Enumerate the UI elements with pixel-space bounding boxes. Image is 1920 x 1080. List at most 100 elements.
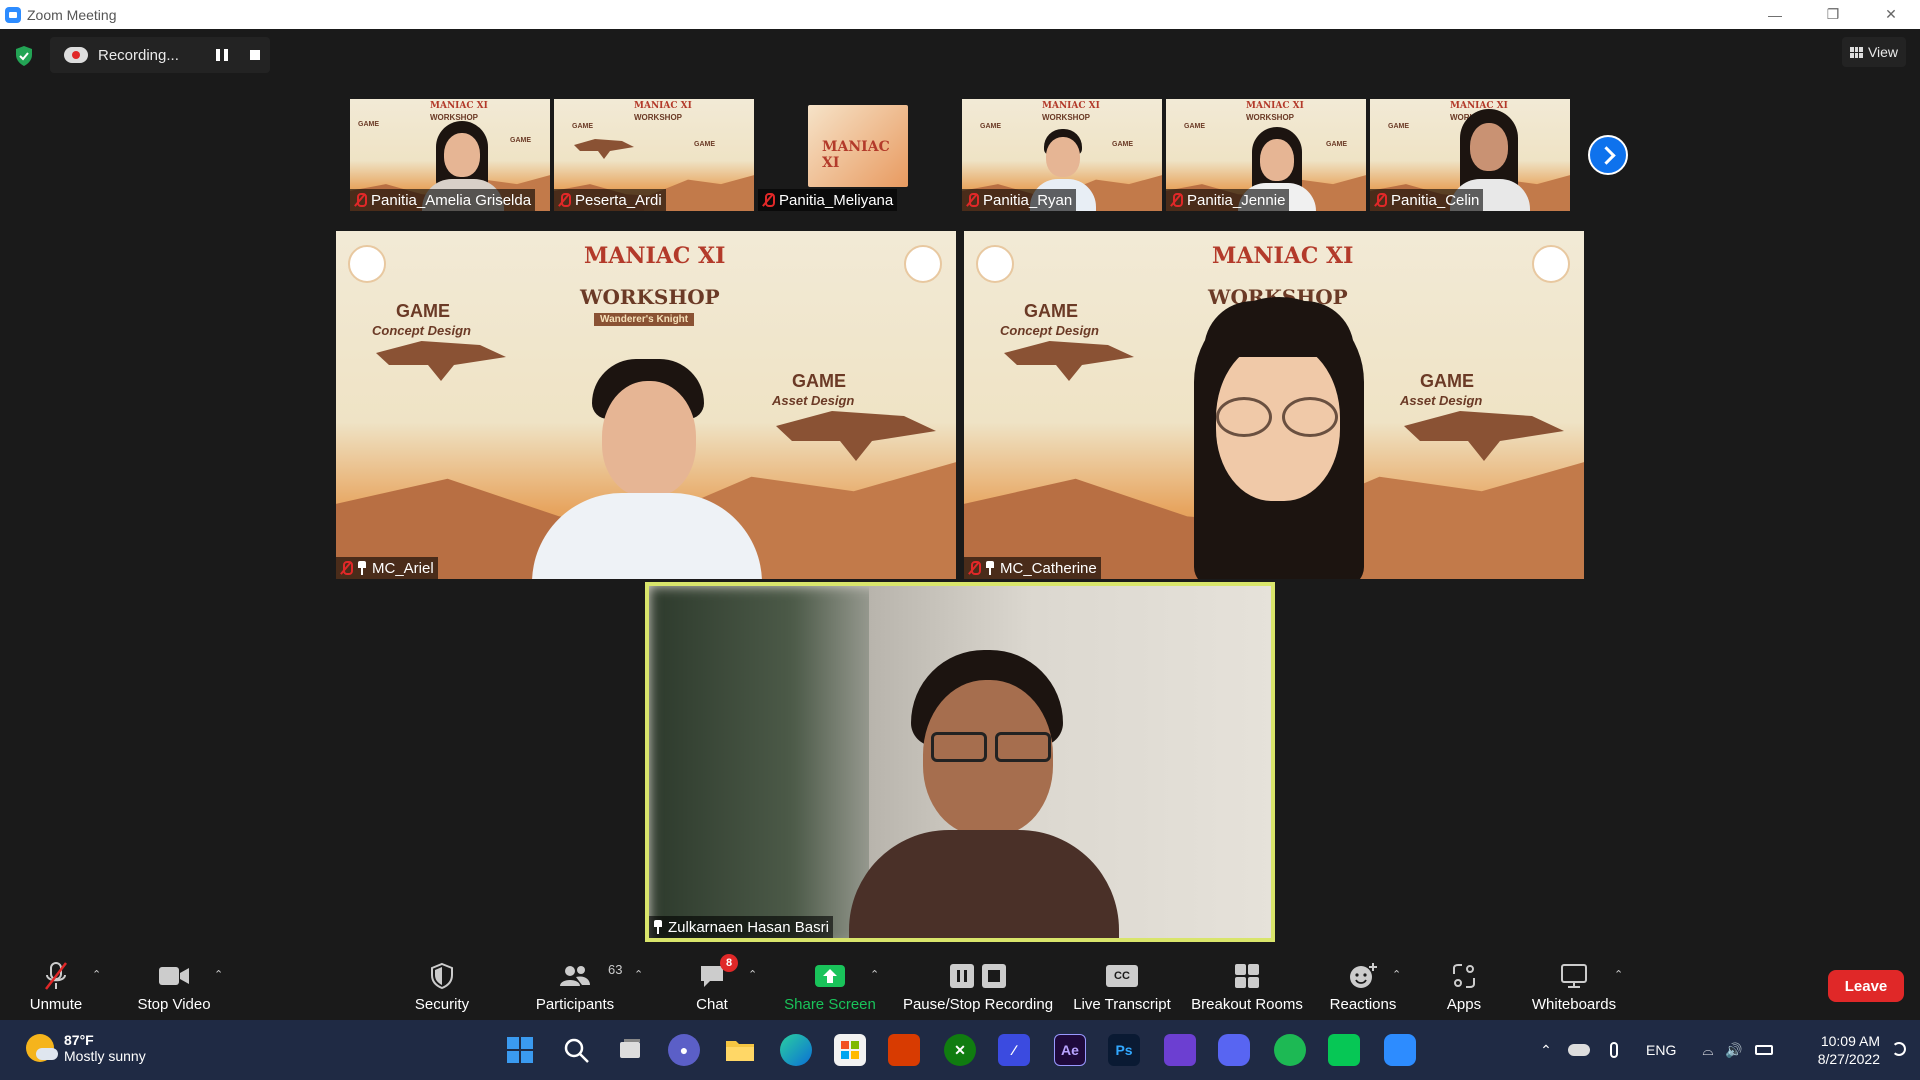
video-camera-icon (158, 960, 190, 992)
slide-subtitle: Wanderer's Knight (594, 313, 695, 326)
participant-name: MC_Catherine (1000, 559, 1097, 577)
whiteboards-button[interactable]: Whiteboards (1530, 960, 1618, 1013)
participant-thumbnail[interactable]: MANIAC XI Panitia_Meliyana (758, 99, 958, 211)
task-view-icon[interactable] (614, 1034, 646, 1066)
muted-mic-icon (1170, 193, 1183, 207)
chat-caret-icon[interactable]: ⌃ (748, 968, 758, 981)
share-screen-button[interactable]: Share Screen (782, 960, 878, 1013)
slide-event-title: MANIAC XI (1212, 243, 1354, 269)
wifi-icon[interactable]: ⌓ (1702, 1042, 1713, 1059)
security-shield-icon[interactable] (14, 45, 34, 67)
participant-name-tag: Panitia_Amelia Griselda (350, 189, 536, 211)
teams-chat-icon[interactable]: ● (668, 1034, 700, 1066)
video-tile[interactable]: MANIAC XI WORKSHOP Wanderer's Knight GAM… (336, 231, 956, 579)
participants-caret-icon[interactable]: ⌃ (634, 968, 644, 981)
view-button[interactable]: View (1842, 37, 1906, 67)
participant-thumbnail[interactable]: MANIAC XI WORKSHOP GAME GAME Panitia_Ame… (350, 99, 550, 211)
line-icon[interactable] (1328, 1034, 1360, 1066)
muted-mic-icon (1374, 193, 1387, 207)
volume-icon[interactable]: 🔊 (1725, 1042, 1742, 1059)
window-title-bar: Zoom Meeting — ❐ ✕ (0, 0, 1920, 29)
spotify-icon[interactable] (1274, 1034, 1306, 1066)
share-options-caret-icon[interactable]: ⌃ (870, 968, 880, 981)
blurred-background (649, 586, 889, 938)
participant-name: Zulkarnaen Hasan Basri (668, 918, 829, 936)
restore-button[interactable]: ❐ (1804, 0, 1862, 29)
office-icon[interactable] (888, 1034, 920, 1066)
zoom-app-icon (5, 6, 21, 23)
pause-stop-recording-button[interactable]: Pause/Stop Recording (900, 960, 1056, 1013)
breakout-rooms-button[interactable]: Breakout Rooms (1190, 960, 1304, 1013)
leave-button[interactable]: Leave (1828, 970, 1904, 1002)
whiteboards-caret-icon[interactable]: ⌃ (1614, 968, 1624, 981)
slide-event-title: MANIAC XI (584, 243, 726, 269)
pause-stop-recording-label: Pause/Stop Recording (902, 996, 1054, 1013)
photoshop-icon[interactable]: Ps (1108, 1034, 1140, 1066)
slide-right-title: GAME (792, 371, 846, 391)
stop-video-label: Stop Video (137, 996, 211, 1013)
microphone-icon[interactable] (1610, 1042, 1618, 1058)
breakout-rooms-icon (1233, 960, 1261, 992)
system-clock[interactable]: 10:09 AM 8/27/2022 (1818, 1032, 1880, 1068)
participants-button[interactable]: 63 Participants (532, 960, 623, 1013)
windows-start-icon[interactable] (504, 1034, 536, 1066)
video-options-caret-icon[interactable]: ⌃ (214, 968, 224, 981)
visual-studio-icon[interactable] (1164, 1034, 1196, 1066)
microsoft-store-icon[interactable] (834, 1034, 866, 1066)
participant-thumbnail[interactable]: MANIAC XI WORKSHOP GAME Panitia_Celin (1370, 99, 1570, 211)
stop-recording-icon[interactable] (250, 50, 260, 60)
edge-browser-icon[interactable] (780, 1034, 812, 1066)
unmute-label: Unmute (29, 996, 83, 1013)
share-screen-arrow-icon (814, 960, 846, 992)
battery-icon[interactable] (1754, 1045, 1773, 1055)
pause-recording-icon[interactable] (216, 49, 228, 61)
zoom-taskbar-icon[interactable] (1384, 1034, 1416, 1066)
discord-icon[interactable] (1218, 1034, 1250, 1066)
stop-video-button[interactable]: Stop Video (132, 960, 216, 1013)
window-controls: — ❐ ✕ (1746, 0, 1920, 29)
active-speaker-tile[interactable]: Zulkarnaen Hasan Basri (645, 582, 1275, 942)
video-tile[interactable]: MANIAC XI WORKSHOP GAME Concept Design G… (964, 231, 1584, 579)
muted-mic-icon (762, 193, 775, 207)
meeting-toolbar: Unmute ⌃ Stop Video ⌃ Security 63 Partic… (0, 950, 1920, 1020)
onedrive-icon[interactable] (1568, 1044, 1590, 1056)
language-indicator[interactable]: ENG (1646, 1042, 1676, 1058)
show-hidden-icons-chevron-icon[interactable]: ⌃ (1536, 1042, 1556, 1059)
muted-mic-icon (354, 193, 367, 207)
reactions-label: Reactions (1329, 996, 1397, 1013)
event-logo (1532, 245, 1570, 283)
participant-name: Panitia_Amelia Griselda (371, 191, 532, 209)
next-page-arrow-icon[interactable] (1588, 135, 1628, 175)
affinity-icon[interactable]: ∕ (998, 1034, 1030, 1066)
chat-bubble-icon: 8 (698, 954, 738, 992)
security-button[interactable]: Security (412, 960, 472, 1013)
participant-name: Panitia_Celin (1391, 191, 1480, 209)
reactions-smiley-icon (1348, 960, 1378, 992)
reactions-caret-icon[interactable]: ⌃ (1392, 968, 1402, 981)
participant-name: Panitia_Jennie (1187, 191, 1286, 209)
participants-icon: 63 (558, 960, 622, 992)
participant-thumbnail[interactable]: MANIAC XI WORKSHOP GAME GAME Panitia_Jen… (1166, 99, 1366, 211)
reactions-button[interactable]: Reactions (1326, 960, 1400, 1013)
minimize-button[interactable]: — (1746, 0, 1804, 29)
search-icon[interactable] (560, 1034, 592, 1066)
participant-name: Peserta_Ardi (575, 191, 662, 209)
unmute-button[interactable]: Unmute (24, 960, 88, 1013)
file-explorer-icon[interactable] (724, 1034, 756, 1066)
clock-date: 8/27/2022 (1817, 1051, 1880, 1067)
notifications-moon-icon[interactable] (1892, 1042, 1906, 1056)
chat-unread-badge: 8 (720, 954, 738, 972)
recording-label: Recording... (98, 46, 179, 64)
xbox-icon[interactable]: ✕ (944, 1034, 976, 1066)
after-effects-icon[interactable]: Ae (1054, 1034, 1086, 1066)
chat-label: Chat (696, 996, 728, 1013)
apps-button[interactable]: Apps (1442, 960, 1486, 1013)
audio-options-caret-icon[interactable]: ⌃ (92, 968, 102, 981)
participant-thumbnail[interactable]: MANIAC XI WORKSHOP GAME GAME Panitia_Rya… (962, 99, 1162, 211)
chat-button[interactable]: 8 Chat (692, 954, 738, 1013)
whiteboards-label: Whiteboards (1531, 996, 1617, 1013)
weather-widget[interactable]: 87°F Mostly sunny (26, 1032, 146, 1064)
live-transcript-button[interactable]: CC Live Transcript (1072, 960, 1172, 1013)
participant-thumbnail[interactable]: MANIAC XI WORKSHOP GAME GAME Peserta_Ard… (554, 99, 754, 211)
close-button[interactable]: ✕ (1862, 0, 1920, 29)
